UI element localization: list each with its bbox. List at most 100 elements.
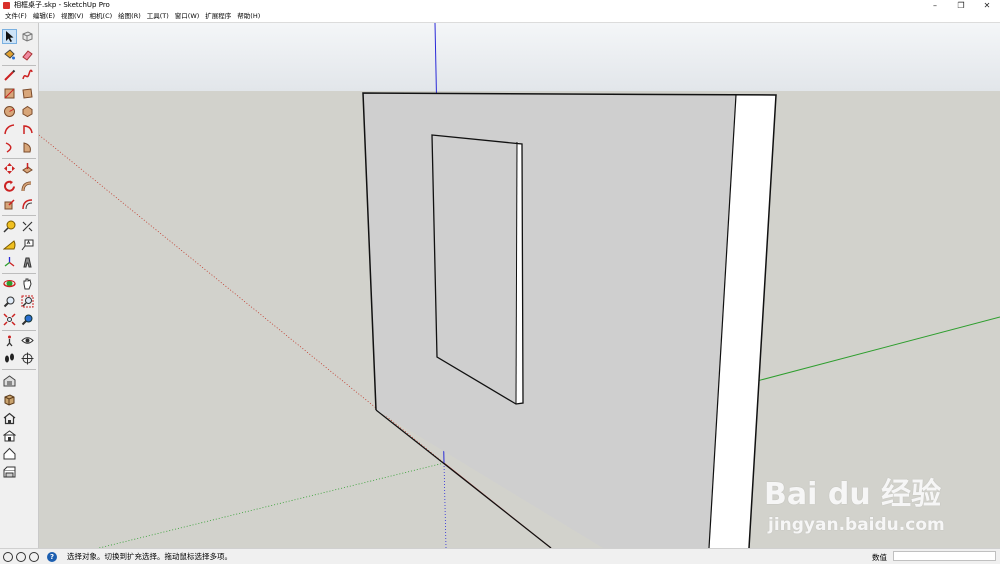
- two-point-arc-tool[interactable]: [2, 140, 17, 155]
- position-camera-icon: [6, 335, 13, 347]
- dimension-icon: [22, 221, 33, 232]
- front-view[interactable]: [2, 428, 17, 443]
- toolbar-separator: [2, 273, 36, 274]
- toolbar-separator: [2, 215, 36, 216]
- eraser-icon: [22, 50, 33, 61]
- close-button[interactable]: ✕: [974, 0, 1000, 11]
- measurements-label: 数值: [872, 553, 887, 562]
- sky: [39, 23, 1000, 91]
- tape-measure-tool[interactable]: [2, 219, 17, 234]
- menu-extensions[interactable]: 扩展程序: [202, 11, 234, 22]
- zoom-tool[interactable]: [2, 294, 17, 309]
- scale-icon: [4, 199, 15, 210]
- help-icon[interactable]: ?: [47, 551, 57, 562]
- zoom-window-icon: [21, 295, 34, 308]
- arc-tool[interactable]: [2, 122, 17, 137]
- position-camera-tool[interactable]: [2, 333, 17, 348]
- zoom-extents-tool[interactable]: [2, 312, 17, 327]
- magnifier-icon: [3, 296, 15, 308]
- menu-bar: 文件(F) 编辑(E) 视图(V) 相机(C) 绘图(R) 工具(T) 窗口(W…: [0, 11, 1000, 23]
- walk-tool[interactable]: [2, 351, 17, 366]
- rotated-rectangle-tool[interactable]: [20, 86, 35, 101]
- line-tool[interactable]: [2, 68, 17, 83]
- restore-button[interactable]: ❐: [948, 0, 974, 11]
- push-pull-icon: [22, 163, 33, 174]
- user-icon[interactable]: [29, 551, 39, 562]
- title-bar: 相框桌子.skp - SketchUp Pro – ❐ ✕: [0, 0, 1000, 11]
- circle-tool[interactable]: [2, 104, 17, 119]
- freehand-tool[interactable]: [20, 68, 35, 83]
- 3d-text-icon: [23, 257, 32, 268]
- text-label-icon: [21, 239, 34, 251]
- footprints-icon: [5, 353, 14, 363]
- extension-box-icon: [4, 394, 15, 406]
- polygon-tool[interactable]: [20, 104, 35, 119]
- tape-measure-icon: [3, 220, 16, 233]
- house-front-icon: [3, 430, 16, 442]
- model-viewport[interactable]: Bai du 经验 jingyan.baidu.com: [39, 23, 1000, 548]
- hand-icon: [23, 278, 32, 290]
- window-controls: – ❐ ✕: [922, 0, 1000, 11]
- rotated-rectangle-icon: [22, 88, 33, 99]
- large-tool-set: [0, 23, 39, 548]
- geo-location-icon[interactable]: [3, 551, 13, 562]
- scale-tool[interactable]: [2, 197, 17, 212]
- menu-draw[interactable]: 绘图(R): [115, 11, 144, 22]
- rectangle-icon: [4, 88, 15, 99]
- offset-tool[interactable]: [20, 197, 35, 212]
- paint-bucket-icon: [4, 49, 15, 60]
- status-hint: 选择对象。切换到扩充选择。拖动鼠标选择多项。: [67, 552, 232, 561]
- minimize-button[interactable]: –: [922, 0, 948, 11]
- arrow-cursor-icon: [6, 31, 14, 42]
- axes-tool[interactable]: [2, 255, 17, 270]
- measurements-input[interactable]: [893, 551, 996, 561]
- previous-view-icon: [21, 314, 33, 326]
- extension-warehouse-tool[interactable]: [2, 392, 17, 407]
- menu-help[interactable]: 帮助(H): [234, 11, 263, 22]
- menu-file[interactable]: 文件(F): [2, 11, 30, 22]
- section-plane-tool[interactable]: [20, 351, 35, 366]
- orbit-tool[interactable]: [2, 276, 17, 291]
- two-point-arc-icon: [5, 142, 12, 153]
- toolbar-separator: [2, 330, 36, 331]
- paint-bucket-tool[interactable]: [2, 47, 17, 62]
- pie-tool[interactable]: [20, 122, 35, 137]
- circle-icon: [4, 106, 15, 117]
- pan-tool[interactable]: [20, 276, 35, 291]
- polygon-icon: [22, 105, 33, 118]
- three-point-arc-tool[interactable]: [20, 140, 35, 155]
- three-point-arc-icon: [23, 142, 31, 153]
- warehouse-tool[interactable]: [2, 374, 17, 389]
- top-view[interactable]: [2, 446, 17, 461]
- home-view[interactable]: [2, 411, 17, 426]
- section-plane-icon: [21, 352, 34, 365]
- previous-view-tool[interactable]: [20, 312, 35, 327]
- menu-view[interactable]: 视图(V): [58, 11, 87, 22]
- credits-icon[interactable]: [16, 551, 26, 562]
- menu-window[interactable]: 窗口(W): [172, 11, 203, 22]
- look-around-tool[interactable]: [20, 333, 35, 348]
- menu-edit[interactable]: 编辑(E): [30, 11, 58, 22]
- protractor-tool[interactable]: [2, 237, 17, 252]
- dimension-tool[interactable]: [20, 219, 35, 234]
- push-pull-tool[interactable]: [20, 161, 35, 176]
- watermark-url: jingyan.baidu.com: [768, 515, 945, 535]
- toolbar-separator: [2, 65, 36, 66]
- move-tool[interactable]: [2, 161, 17, 176]
- rectangle-tool[interactable]: [2, 86, 17, 101]
- text-tool[interactable]: [20, 237, 35, 252]
- follow-me-tool[interactable]: [20, 179, 35, 194]
- zoom-window-tool[interactable]: [20, 294, 35, 309]
- menu-camera[interactable]: 相机(C): [87, 11, 116, 22]
- component-box-icon: [22, 31, 33, 42]
- eraser-tool[interactable]: [20, 47, 35, 62]
- component-tool[interactable]: [20, 29, 35, 44]
- right-view[interactable]: [2, 464, 17, 479]
- menu-tools[interactable]: 工具(T): [144, 11, 172, 22]
- 3d-text-tool[interactable]: [20, 255, 35, 270]
- house-icon: [3, 412, 16, 425]
- eye-icon: [21, 337, 34, 344]
- warehouse-icon: [3, 375, 16, 387]
- rotate-tool[interactable]: [2, 179, 17, 194]
- select-tool[interactable]: [2, 29, 17, 44]
